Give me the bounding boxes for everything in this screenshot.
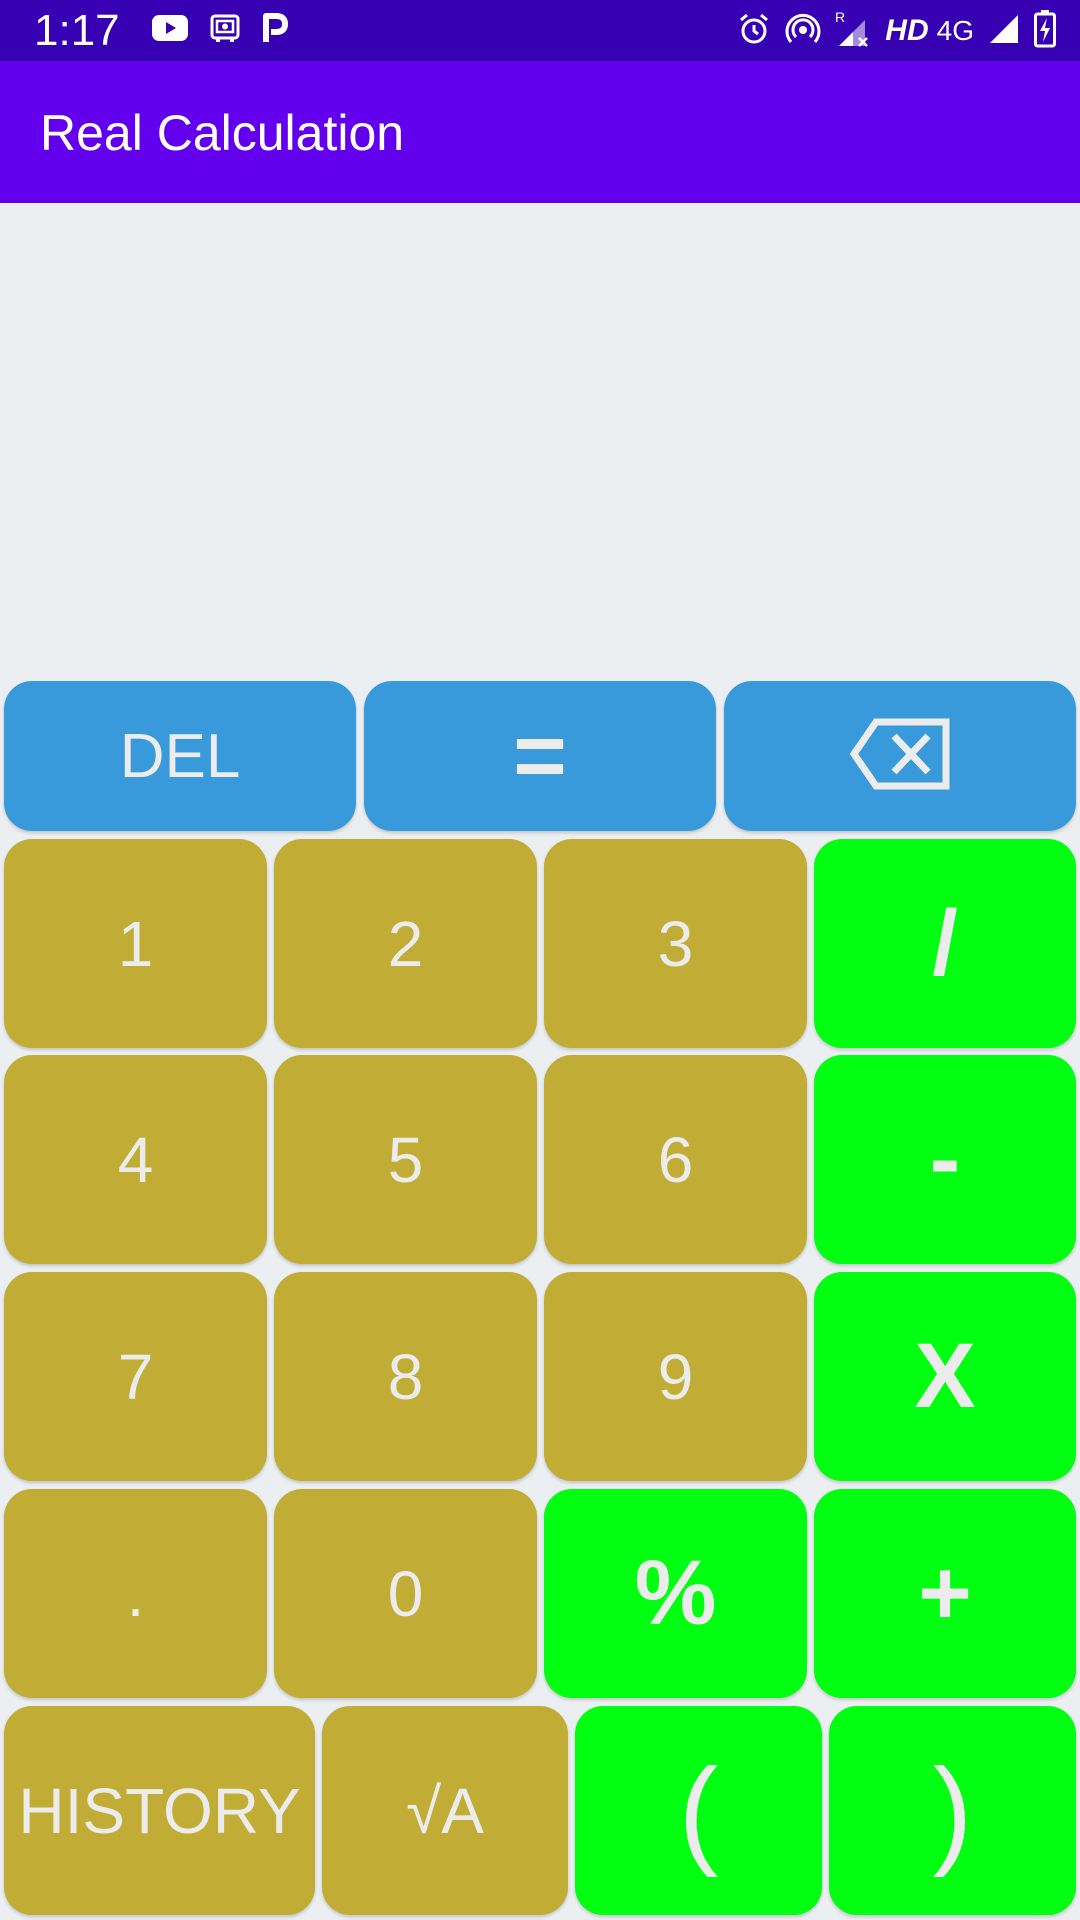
signal-icon — [988, 13, 1020, 49]
key-4[interactable]: 4 — [4, 1055, 267, 1264]
percent-button[interactable]: % — [544, 1489, 807, 1698]
status-time: 1:17 — [34, 6, 120, 55]
status-right-icons: R HD 4G — [737, 9, 1056, 52]
key-0[interactable]: 0 — [274, 1489, 537, 1698]
multiply-button[interactable]: X — [814, 1272, 1076, 1481]
key-8[interactable]: 8 — [274, 1272, 537, 1481]
key-3[interactable]: 3 — [544, 839, 807, 1048]
backspace-icon — [849, 718, 950, 795]
close-paren-button[interactable]: ) — [829, 1706, 1076, 1915]
key-7[interactable]: 7 — [4, 1272, 267, 1481]
key-5[interactable]: 5 — [274, 1055, 537, 1264]
hotspot-icon — [785, 12, 821, 50]
p-app-icon — [262, 12, 288, 48]
key-6[interactable]: 6 — [544, 1055, 807, 1264]
network-type-label: 4G — [936, 15, 974, 46]
status-bar: 1:17 R HD 4G — [0, 0, 1080, 61]
minus-button[interactable]: - — [814, 1055, 1076, 1264]
app-bar: Real Calculation — [0, 61, 1080, 203]
backspace-button[interactable] — [724, 681, 1076, 831]
history-button[interactable]: HISTORY — [4, 1706, 315, 1915]
network-hd-label: HD — [885, 14, 929, 47]
calculation-display — [0, 203, 1080, 678]
app-title: Real Calculation — [40, 105, 405, 161]
decimal-point-button[interactable]: . — [4, 1489, 267, 1698]
status-left-icons — [152, 12, 288, 48]
divide-button[interactable]: / — [814, 839, 1076, 1048]
key-1[interactable]: 1 — [4, 839, 267, 1048]
youtube-icon — [152, 15, 188, 45]
key-9[interactable]: 9 — [544, 1272, 807, 1481]
radio-icon — [210, 13, 240, 47]
svg-text:R: R — [835, 10, 845, 25]
signal-roaming-icon: R — [835, 9, 871, 52]
key-2[interactable]: 2 — [274, 839, 537, 1048]
plus-button[interactable]: + — [814, 1489, 1076, 1698]
del-button[interactable]: DEL — [4, 681, 356, 831]
battery-charging-icon — [1034, 10, 1056, 52]
square-root-button[interactable]: √A — [322, 1706, 568, 1915]
open-paren-button[interactable]: ( — [575, 1706, 822, 1915]
equals-button[interactable]: = — [364, 681, 716, 831]
alarm-icon — [737, 12, 771, 50]
